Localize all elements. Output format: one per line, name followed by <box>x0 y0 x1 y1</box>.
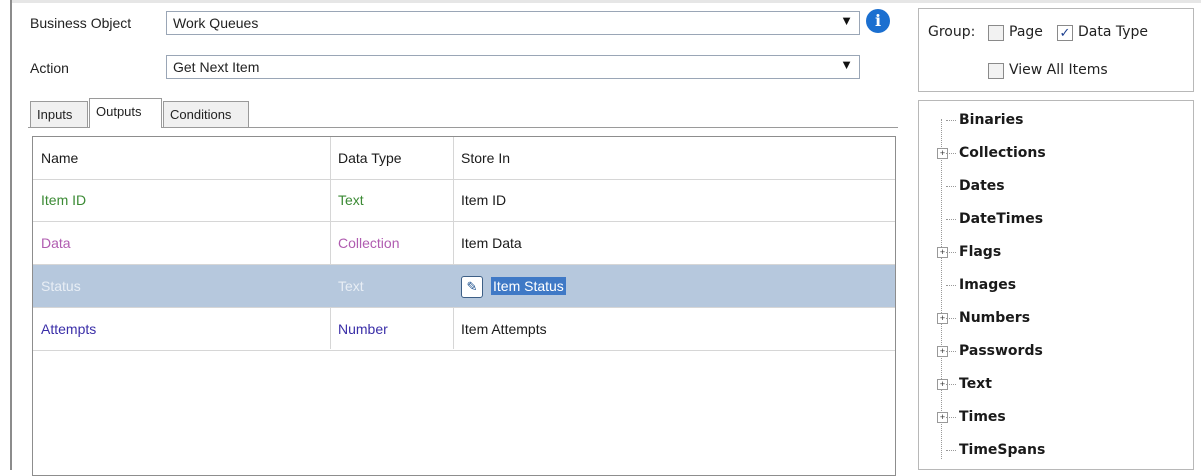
tree-node-times[interactable]: + Times <box>919 401 1189 434</box>
action-dropdown[interactable]: Get Next Item ▼ <box>166 55 860 79</box>
column-header-name[interactable]: Name <box>41 137 78 179</box>
tree-branch-line <box>946 351 956 352</box>
output-name: Status <box>41 278 81 294</box>
tab-inputs[interactable]: Inputs <box>30 101 88 127</box>
output-data-type: Number <box>338 321 388 337</box>
tree-branch-line <box>946 384 956 385</box>
info-icon[interactable]: i <box>866 9 890 33</box>
view-all-items-label[interactable]: View All Items <box>1009 62 1108 78</box>
tree-node-label[interactable]: Images <box>959 277 1016 293</box>
business-object-value: Work Queues <box>173 15 259 31</box>
tree-branch-line <box>946 219 956 220</box>
output-name: Attempts <box>41 321 97 337</box>
page-checkbox-label[interactable]: Page <box>1009 24 1043 40</box>
tree-branch-line <box>946 417 956 418</box>
tree-node-label[interactable]: TimeSpans <box>959 442 1045 458</box>
page-checkbox[interactable] <box>988 25 1004 41</box>
tree-branch-line <box>946 120 956 121</box>
business-object-label: Business Object <box>30 15 132 31</box>
data-type-checkbox-label[interactable]: Data Type <box>1078 24 1148 40</box>
tab-outputs[interactable]: Outputs <box>89 98 162 128</box>
chevron-down-icon: ▼ <box>840 57 853 72</box>
output-store-in[interactable]: Item ID <box>461 179 506 221</box>
group-label: Group: <box>928 24 976 40</box>
window-top-border <box>0 0 1201 3</box>
tree-branch-line <box>946 153 956 154</box>
table-row[interactable]: Data Collection Item Data <box>33 222 895 265</box>
output-data-type: Collection <box>338 235 400 251</box>
tree-node-label[interactable]: Collections <box>959 145 1046 161</box>
tree-node-flags[interactable]: + Flags <box>919 236 1189 269</box>
column-header-data-type[interactable]: Data Type <box>338 137 402 179</box>
outputs-grid: Name Data Type Store In Item ID Text Ite… <box>32 136 896 476</box>
table-row[interactable]: Item ID Text Item ID <box>33 179 895 222</box>
tree-node-images[interactable]: Images <box>919 269 1189 302</box>
tree-node-text[interactable]: + Text <box>919 368 1189 401</box>
tree-node-dates[interactable]: Dates <box>919 170 1189 203</box>
output-name: Item ID <box>41 192 87 208</box>
table-row-selected[interactable]: Status Text ✎ Item Status <box>33 265 895 308</box>
edit-pencil-icon[interactable]: ✎ <box>461 276 483 299</box>
store-in-selected-text[interactable]: Item Status <box>491 277 566 295</box>
tree-node-label[interactable]: Numbers <box>959 310 1030 326</box>
output-data-type: Text <box>338 192 364 208</box>
group-options-panel: Group: Page ✓ Data Type View All Items <box>918 8 1194 92</box>
output-store-in-editor[interactable]: ✎ Item Status <box>461 265 566 307</box>
action-value: Get Next Item <box>173 59 260 75</box>
tree-node-binaries[interactable]: Binaries <box>919 104 1189 137</box>
tab-conditions[interactable]: Conditions <box>163 101 249 127</box>
tree-node-label[interactable]: Passwords <box>959 343 1043 359</box>
business-object-dropdown[interactable]: Work Queues ▼ <box>166 11 860 35</box>
tree-node-passwords[interactable]: + Passwords <box>919 335 1189 368</box>
output-name: Data <box>41 235 71 251</box>
tree-node-collections[interactable]: + Collections <box>919 137 1189 170</box>
table-row[interactable]: Attempts Number Item Attempts <box>33 308 895 351</box>
tree-branch-line <box>946 252 956 253</box>
output-store-in[interactable]: Item Attempts <box>461 308 547 350</box>
tree-node-numbers[interactable]: + Numbers <box>919 302 1189 335</box>
column-header-store-in[interactable]: Store In <box>461 137 510 179</box>
tree-node-label[interactable]: Flags <box>959 244 1001 260</box>
tree-branch-line <box>946 186 956 187</box>
output-data-type: Text <box>338 278 364 294</box>
tree-node-label[interactable]: Dates <box>959 178 1005 194</box>
tree-branch-line <box>946 285 956 286</box>
chevron-down-icon: ▼ <box>840 13 853 28</box>
data-type-checkbox[interactable]: ✓ <box>1057 25 1073 41</box>
tree-branch-line <box>946 450 956 451</box>
left-panel-edge <box>0 0 12 470</box>
tree-branch-line <box>946 318 956 319</box>
grid-header-row: Name Data Type Store In <box>33 137 895 180</box>
action-label: Action <box>30 60 69 76</box>
data-type-tree: Binaries + Collections Dates DateTimes +… <box>918 100 1194 470</box>
output-store-in[interactable]: Item Data <box>461 222 522 264</box>
tree-node-timespans[interactable]: TimeSpans <box>919 434 1189 467</box>
tree-node-label[interactable]: Binaries <box>959 112 1023 128</box>
tree-node-label[interactable]: DateTimes <box>959 211 1043 227</box>
tree-node-label[interactable]: Times <box>959 409 1006 425</box>
tree-node-label[interactable]: Text <box>959 376 992 392</box>
view-all-items-checkbox[interactable] <box>988 63 1004 79</box>
tree-node-datetimes[interactable]: DateTimes <box>919 203 1189 236</box>
